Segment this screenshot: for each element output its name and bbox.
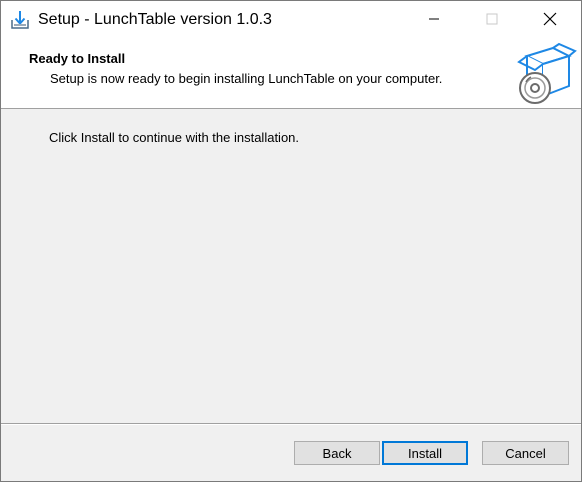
minimize-button[interactable] xyxy=(411,1,457,39)
close-button[interactable] xyxy=(527,1,573,39)
maximize-button[interactable] xyxy=(469,1,515,39)
footer-divider xyxy=(1,423,581,425)
page-subtitle: Setup is now ready to begin installing L… xyxy=(50,71,443,86)
install-button[interactable]: Install xyxy=(382,441,468,465)
minimize-icon xyxy=(428,13,440,28)
page-title: Ready to Install xyxy=(29,51,126,66)
instruction-text: Click Install to continue with the insta… xyxy=(49,130,300,145)
close-icon xyxy=(543,12,557,29)
installer-download-icon xyxy=(10,10,30,30)
back-button[interactable]: Back xyxy=(294,441,380,465)
wizard-header: Ready to Install Setup is now ready to b… xyxy=(1,39,581,109)
setup-window: Setup - LunchTable version 1.0.3 Ready t… xyxy=(0,0,582,482)
window-title: Setup - LunchTable version 1.0.3 xyxy=(38,11,272,28)
title-bar[interactable]: Setup - LunchTable version 1.0.3 xyxy=(1,1,581,39)
cancel-button[interactable]: Cancel xyxy=(482,441,569,465)
maximize-icon xyxy=(486,13,498,28)
box-disc-icon xyxy=(513,42,577,106)
